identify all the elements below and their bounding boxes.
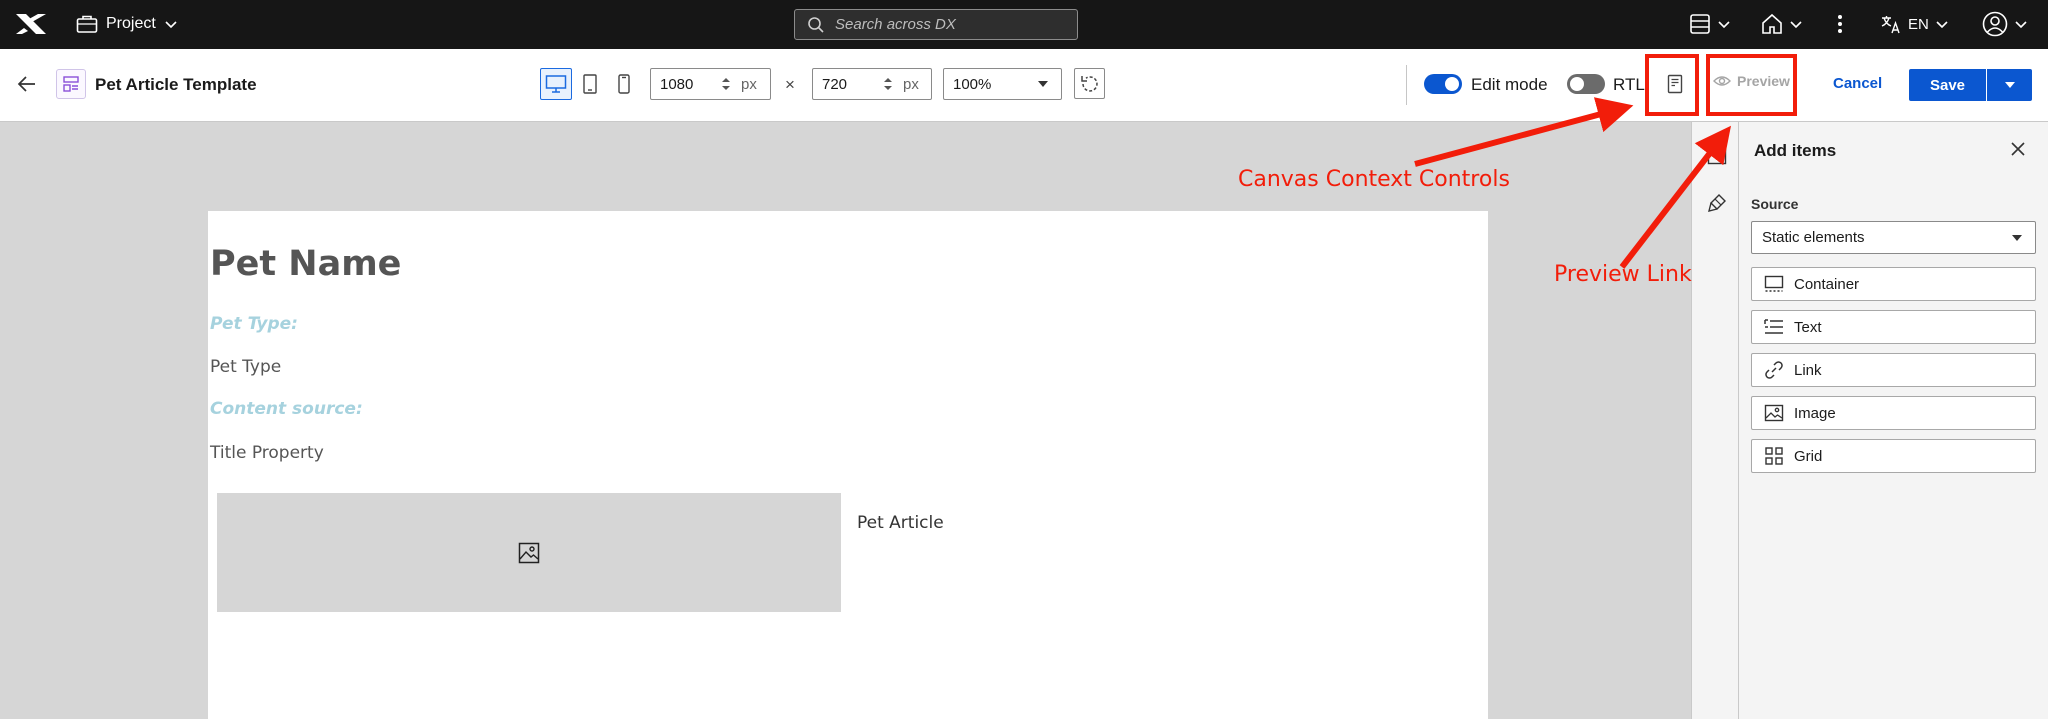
link-icon — [1765, 361, 1783, 379]
language-menu[interactable]: EN — [1880, 11, 1949, 37]
canvas-image-placeholder[interactable] — [217, 493, 841, 612]
chevron-down-icon — [2015, 21, 2027, 29]
canvas-width-field[interactable]: 1080 px — [650, 68, 771, 100]
content-switcher-menu[interactable] — [1689, 11, 1731, 37]
paint-brush-icon — [1708, 194, 1726, 212]
rtl-toggle[interactable] — [1567, 74, 1605, 94]
add-item-text[interactable]: Text — [1751, 310, 2036, 344]
height-unit: px — [903, 75, 919, 93]
back-arrow-icon[interactable] — [17, 75, 37, 93]
width-unit: px — [741, 75, 757, 93]
chevron-down-icon — [1718, 21, 1730, 29]
device-switcher — [540, 68, 640, 100]
caret-down-icon — [1038, 81, 1048, 87]
search-input[interactable] — [835, 16, 1065, 33]
home-menu[interactable] — [1761, 11, 1803, 37]
add-items-panel: Add items Source Static elements Contain… — [1739, 122, 2048, 719]
add-item-container[interactable]: Container — [1751, 267, 2036, 301]
source-select-value: Static elements — [1762, 229, 1865, 246]
user-profile-menu[interactable] — [1982, 11, 2028, 37]
chevron-down-icon — [1936, 21, 1948, 29]
global-search[interactable] — [794, 9, 1078, 40]
tablet-icon — [583, 74, 597, 94]
canvas-label-pet-type[interactable]: Pet Type: — [210, 314, 298, 334]
layers-icon — [1690, 14, 1710, 34]
vertical-dots-icon — [1838, 15, 1842, 33]
template-title: Pet Article Template — [95, 75, 257, 94]
desktop-view-button[interactable] — [540, 68, 572, 100]
add-item-image[interactable]: Image — [1751, 396, 2036, 430]
add-item-link[interactable]: Link — [1751, 353, 2036, 387]
project-menu[interactable]: Project — [76, 12, 178, 36]
image-icon — [518, 542, 540, 563]
container-icon — [1764, 275, 1784, 292]
mobile-icon — [618, 74, 630, 94]
height-stepper[interactable] — [881, 77, 895, 91]
user-avatar-icon — [1982, 11, 2008, 37]
more-options-button[interactable] — [1836, 11, 1844, 37]
save-button[interactable]: Save — [1909, 69, 1986, 101]
tablet-view-button[interactable] — [574, 68, 606, 100]
width-stepper[interactable] — [719, 77, 733, 91]
source-label: Source — [1751, 196, 1799, 212]
rtl-label: RTL — [1613, 75, 1645, 94]
zoom-value: 100% — [953, 75, 992, 93]
add-item-label: Image — [1794, 404, 1836, 422]
project-label: Project — [106, 15, 156, 32]
canvas-height-value: 720 — [822, 75, 848, 93]
zoom-select[interactable]: 100% — [943, 68, 1062, 100]
mobile-view-button[interactable] — [608, 68, 640, 100]
caret-down-icon — [2012, 234, 2022, 241]
canvas-height-field[interactable]: 720 px — [812, 68, 932, 100]
add-item-label: Link — [1794, 361, 1822, 379]
toolbar-divider — [1406, 65, 1407, 105]
styles-rail-button[interactable] — [1706, 192, 1728, 214]
add-item-label: Container — [1794, 275, 1860, 293]
side-rail — [1691, 122, 1739, 719]
chevron-down-icon — [1790, 21, 1802, 29]
template-icon — [56, 69, 86, 99]
top-nav-bar: Project EN — [0, 0, 2048, 49]
rotate-icon — [1080, 75, 1098, 92]
canvas-text-pet-type[interactable]: Pet Type — [210, 357, 281, 377]
canvas-width-value: 1080 — [660, 75, 694, 93]
highlight-canvas-context — [1645, 54, 1699, 116]
language-label: EN — [1908, 15, 1929, 33]
template-canvas[interactable]: Pet Name Pet Type: Pet Type Content sour… — [208, 211, 1488, 719]
canvas-title[interactable]: Pet Name — [210, 244, 401, 284]
briefcase-icon — [76, 15, 98, 33]
grid-icon — [1765, 447, 1783, 465]
canvas-text-title-property[interactable]: Title Property — [210, 443, 324, 463]
source-select[interactable]: Static elements — [1751, 221, 2036, 254]
highlight-preview-link — [1706, 54, 1797, 116]
cancel-button[interactable]: Cancel — [1833, 75, 1882, 92]
dimension-separator: × — [785, 75, 795, 94]
add-items-rail-button[interactable] — [1706, 144, 1728, 166]
save-options-button[interactable] — [1987, 69, 2032, 101]
canvas-article-text[interactable]: Pet Article — [857, 513, 944, 533]
annotation-canvas-context: Canvas Context Controls — [1238, 167, 1510, 192]
add-item-grid[interactable]: Grid — [1751, 439, 2036, 473]
add-item-label: Text — [1794, 318, 1822, 336]
add-square-icon — [1707, 145, 1727, 165]
close-icon[interactable] — [2010, 141, 2026, 157]
edit-mode-label: Edit mode — [1471, 75, 1548, 94]
annotation-preview-link: Preview Link — [1554, 262, 1692, 287]
desktop-icon — [545, 75, 567, 93]
translate-icon — [1881, 16, 1900, 34]
search-icon — [808, 16, 824, 33]
text-icon — [1764, 319, 1783, 334]
reset-canvas-button[interactable] — [1074, 68, 1105, 99]
home-icon — [1762, 13, 1782, 34]
dx-logo-icon[interactable] — [14, 12, 48, 36]
canvas-label-content-source[interactable]: Content source: — [210, 399, 363, 419]
chevron-down-icon — [165, 21, 177, 29]
image-icon — [1764, 404, 1784, 422]
add-item-label: Grid — [1794, 447, 1823, 465]
edit-mode-toggle[interactable] — [1424, 74, 1462, 94]
caret-down-icon — [2004, 82, 2015, 88]
panel-title: Add items — [1754, 141, 1837, 160]
